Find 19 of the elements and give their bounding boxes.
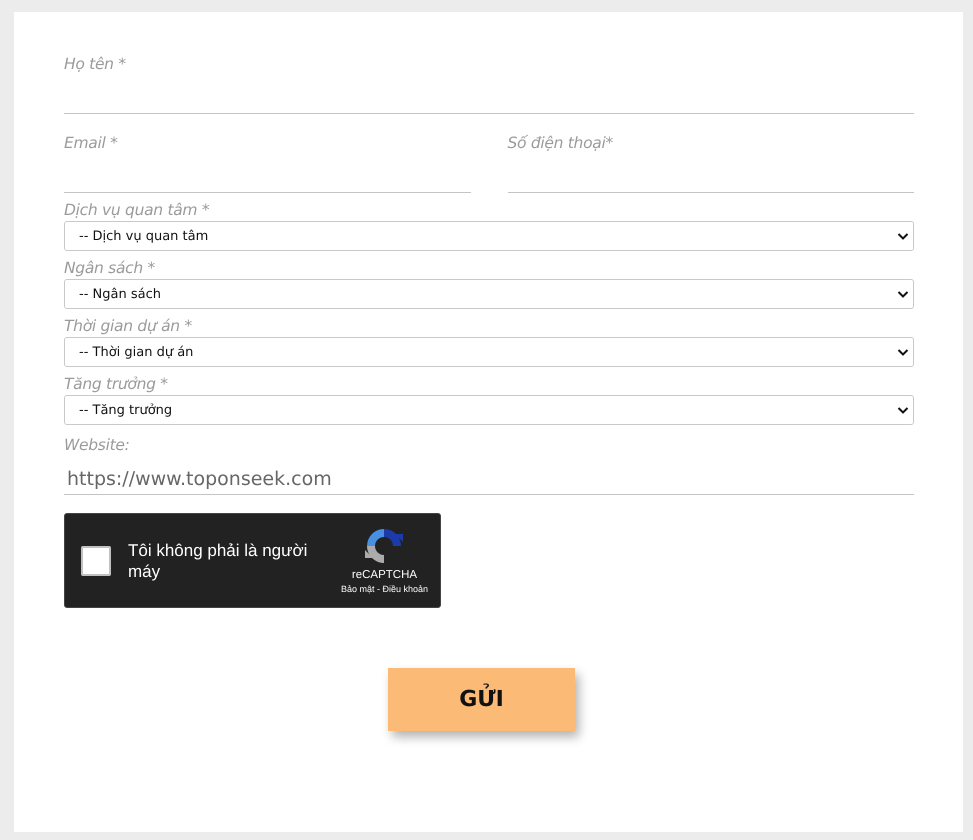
field-label: Số điện thoại* — [508, 133, 614, 153]
field-label: Ngân sách * — [64, 258, 156, 278]
brand-label: reCAPTCHA — [352, 569, 418, 581]
dropdown-select[interactable]: -- Ngân sách — [64, 279, 914, 309]
field-label: Email * — [64, 133, 119, 153]
field-label: Họ tên * — [64, 54, 127, 74]
privacy-terms-link[interactable]: Bảo mật - Điều khoản — [340, 584, 428, 594]
dropdown-select[interactable]: -- Thời gian dự án — [64, 337, 914, 367]
checkbox[interactable] — [81, 546, 111, 576]
field-label: Website: — [64, 435, 131, 455]
dropdown-select[interactable]: -- Tăng trưởng — [64, 395, 914, 425]
field-label: Dịch vụ quan tâm * — [64, 200, 210, 220]
captcha-label: Tôi không phải là người máy — [128, 540, 308, 582]
input-field[interactable]: https://www.toponseek.com — [64, 455, 914, 495]
field-label: Thời gian dự án * — [64, 316, 193, 336]
field-label: Tăng trưởng * — [64, 374, 169, 394]
submit-button[interactable]: GỬI — [388, 668, 575, 731]
dropdown-select[interactable]: -- Dịch vụ quan tâm — [64, 221, 914, 251]
recaptcha-icon — [364, 526, 404, 566]
